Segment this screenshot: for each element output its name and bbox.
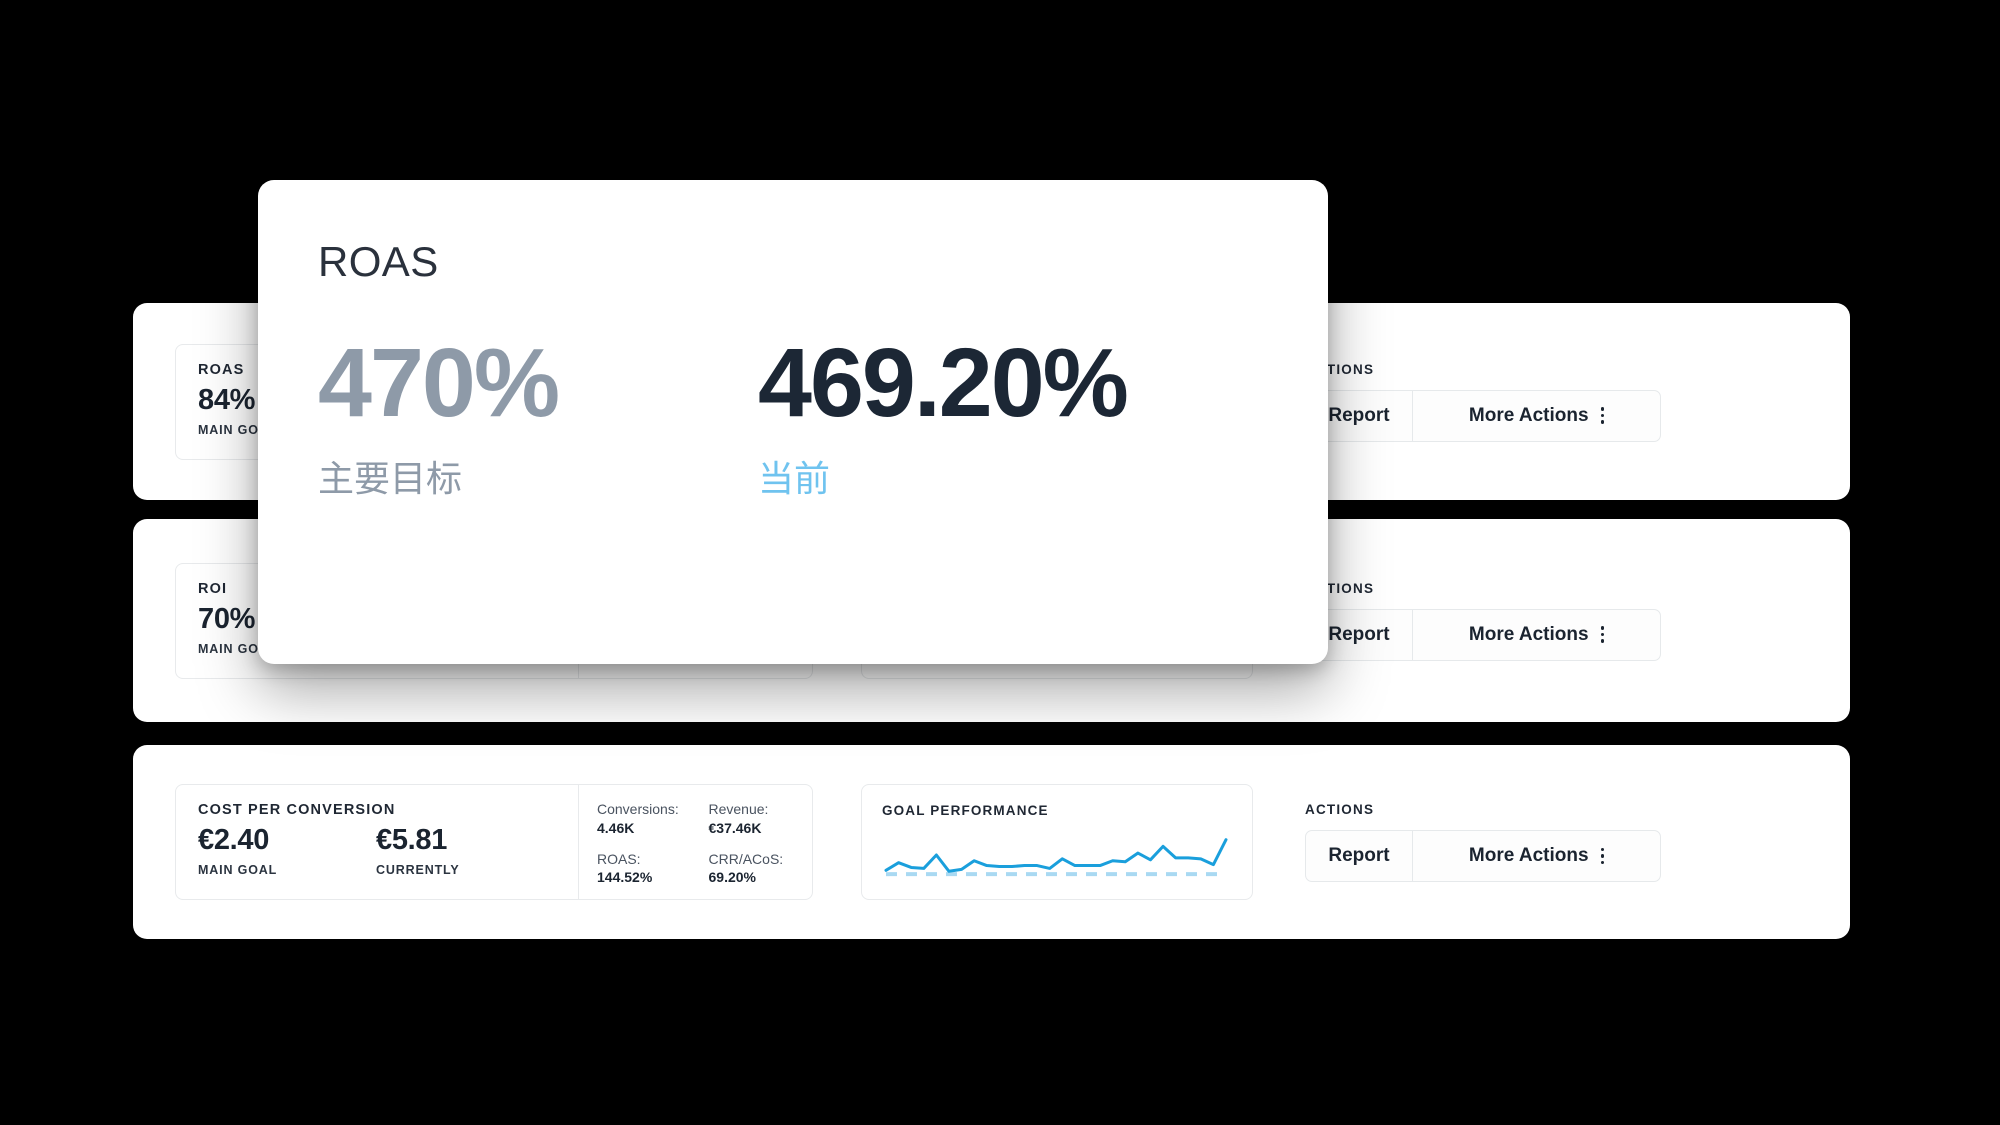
metric-value: 69.20% xyxy=(708,869,756,886)
modal-current-caption: 当前 xyxy=(758,458,831,499)
metric-label: ROAS: xyxy=(597,850,641,867)
more-actions-button[interactable]: More Actions xyxy=(1412,831,1660,881)
modal-title: ROAS xyxy=(318,238,439,285)
screenshot-stage: ROAS 84% MAIN GOAL Conversi xyxy=(0,0,2000,1125)
metric-value: €37.46K xyxy=(708,819,762,836)
kebab-menu-icon xyxy=(1600,407,1605,424)
actions-label: ACTIONS xyxy=(1305,580,1375,596)
kpi-goal-col: €2.40 MAIN GOAL xyxy=(198,824,376,878)
actions-label: ACTIONS xyxy=(1305,361,1375,377)
goal-card-row-cost-per-conversion[interactable]: COST PER CONVERSION €2.40 MAIN GOAL €5.8… xyxy=(133,745,1850,939)
modal-goal-value: 470% xyxy=(318,328,560,437)
metric-value: 4.46K xyxy=(597,819,635,836)
kpi-current-value: €5.81 xyxy=(376,824,448,856)
goal-performance-sparkline xyxy=(884,838,1228,877)
kpi-current-col: €5.81 CURRENTLY xyxy=(376,824,554,878)
actions-button-group[interactable]: Report More Actions xyxy=(1305,389,1661,442)
kpi-main: COST PER CONVERSION €2.40 MAIN GOAL €5.8… xyxy=(176,785,578,899)
actions-label: ACTIONS xyxy=(1305,802,1375,817)
kpi-goal-label: MAIN GOAL xyxy=(198,863,278,878)
kpi-values: €2.40 MAIN GOAL €5.81 CURRENTLY xyxy=(198,824,556,878)
modal-current-value: 469.20% xyxy=(758,328,1129,437)
report-button[interactable]: Report xyxy=(1306,831,1412,881)
more-actions-button[interactable]: More Actions xyxy=(1412,390,1660,441)
actions-block: ACTIONS Report More Actions xyxy=(1305,362,1661,442)
actions-block: ACTIONS Report More Actions xyxy=(1305,802,1661,882)
metric-cell: Conversions: 4.46K xyxy=(597,801,701,837)
metric-cell: CRR/ACoS: 69.20% xyxy=(709,851,813,887)
modal-body: 470% 主要目标 469.20% 当前 xyxy=(318,334,1268,500)
kebab-menu-icon xyxy=(1600,847,1605,865)
more-actions-label: More Actions xyxy=(1468,623,1589,645)
more-actions-button[interactable]: More Actions xyxy=(1412,609,1660,660)
metric-value: 144.52% xyxy=(597,869,653,886)
metric-label: Revenue: xyxy=(708,801,769,817)
metric-cell: ROAS: 144.52% xyxy=(597,851,701,887)
actions-block: ACTIONS Report More Actions xyxy=(1305,581,1661,661)
goal-detail-modal[interactable]: ROAS 470% 主要目标 469.20% 当前 xyxy=(258,180,1328,664)
more-actions-label: More Actions xyxy=(1468,845,1589,866)
actions-button-group[interactable]: Report More Actions xyxy=(1305,608,1661,661)
kpi-title: COST PER CONVERSION xyxy=(198,802,396,818)
kpi-panel: COST PER CONVERSION €2.40 MAIN GOAL €5.8… xyxy=(175,784,813,900)
modal-goal-caption: 主要目标 xyxy=(318,458,463,499)
more-actions-label: More Actions xyxy=(1468,404,1589,426)
modal-current-column: 469.20% 当前 xyxy=(758,328,1129,500)
goal-performance-title: GOAL PERFORMANCE xyxy=(882,803,1049,818)
goal-performance-panel: GOAL PERFORMANCE xyxy=(861,784,1253,900)
metric-cell: Revenue: €37.46K xyxy=(709,801,813,837)
modal-goal-column: 470% 主要目标 xyxy=(318,334,758,500)
kpi-goal-value: €2.40 xyxy=(198,824,270,856)
kpi-current-label: CURRENTLY xyxy=(376,863,460,878)
metric-label: Conversions: xyxy=(597,801,679,817)
actions-button-group[interactable]: Report More Actions xyxy=(1305,830,1661,882)
metric-label: CRR/ACoS: xyxy=(708,850,784,867)
kebab-menu-icon xyxy=(1600,626,1605,643)
kpi-metrics-grid: Conversions: 4.46K Revenue: €37.46K ROAS… xyxy=(578,785,812,899)
